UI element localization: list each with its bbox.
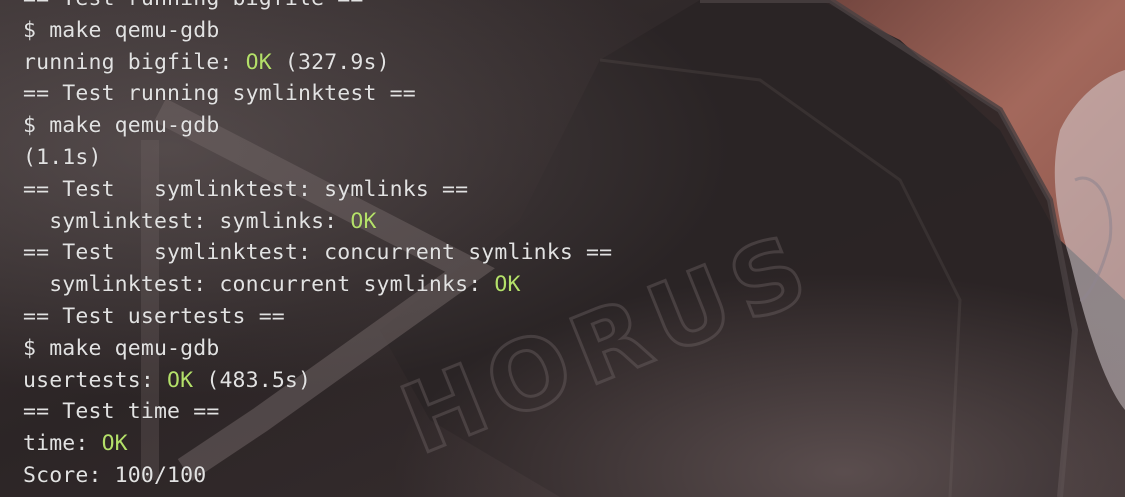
terminal-text: running bigfile:: [23, 49, 246, 75]
terminal-text: time:: [23, 431, 102, 457]
terminal-line: $ make qemu-gdb: [23, 15, 612, 47]
status-ok-label: OK: [494, 272, 521, 298]
terminal-text: usertests:: [23, 367, 168, 393]
terminal-line: == Test usertests ==: [23, 301, 612, 333]
terminal-output[interactable]: == Test running bigfile == $ make qemu-gd…: [23, 0, 612, 492]
terminal-line: == Test time ==: [23, 396, 612, 428]
terminal-text: (327.9s): [271, 49, 390, 75]
terminal-line: $ make qemu-gdb: [23, 333, 612, 365]
terminal-text: $ make qemu-gdb: [23, 113, 220, 139]
terminal-text: Score: 100/100: [23, 462, 207, 488]
terminal-line: $ make qemu-gdb: [23, 110, 612, 142]
terminal-line: == Test symlinktest: symlinks ==: [23, 174, 612, 206]
status-ok-label: OK: [245, 49, 272, 75]
terminal-line: Score: 100/100: [23, 460, 612, 492]
terminal-window[interactable]: HORUS == Test running bigfile ==$ make q…: [0, 0, 1125, 497]
status-ok-label: OK: [167, 367, 194, 393]
terminal-text: == Test usertests ==: [23, 303, 285, 329]
terminal-text: symlinktest: concurrent symlinks:: [23, 272, 495, 298]
status-ok-label: OK: [350, 208, 377, 234]
terminal-text: == Test running bigfile ==: [23, 0, 363, 11]
terminal-line: usertests: OK (483.5s): [23, 365, 612, 397]
terminal-text: == Test running symlinktest ==: [23, 81, 416, 107]
terminal-text: $ make qemu-gdb: [23, 335, 220, 361]
status-ok-label: OK: [101, 431, 128, 457]
terminal-text: == Test symlinktest: symlinks ==: [23, 176, 469, 202]
terminal-line: == Test symlinktest: concurrent symlinks…: [23, 237, 612, 269]
terminal-line: == Test running symlinktest ==: [23, 78, 612, 110]
terminal-line: (1.1s): [23, 142, 612, 174]
terminal-line: time: OK: [23, 428, 612, 460]
terminal-text: == Test time ==: [23, 399, 220, 425]
terminal-line: == Test running bigfile ==: [23, 0, 612, 15]
terminal-line: symlinktest: symlinks: OK: [23, 206, 612, 238]
terminal-line: running bigfile: OK (327.9s): [23, 47, 612, 79]
terminal-text: symlinktest: symlinks:: [23, 208, 351, 234]
terminal-line: symlinktest: concurrent symlinks: OK: [23, 269, 612, 301]
terminal-text: (483.5s): [193, 367, 312, 393]
terminal-text: (1.1s): [23, 144, 102, 170]
terminal-text: $ make qemu-gdb: [23, 17, 220, 43]
terminal-text: == Test symlinktest: concurrent symlinks…: [23, 240, 613, 266]
